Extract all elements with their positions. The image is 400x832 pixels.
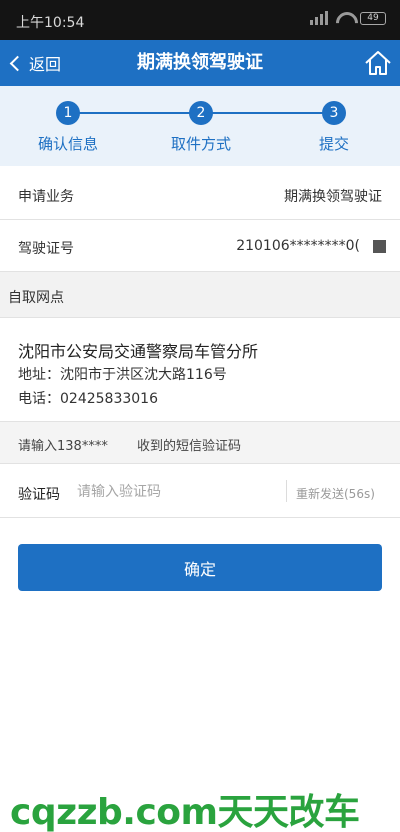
business-label: 申请业务 xyxy=(18,189,74,205)
station-address: 地址：沈阳市于洪区沈大路116号 xyxy=(18,367,227,383)
battery-icon: 49 xyxy=(360,11,386,25)
step-2-circle: 2 xyxy=(189,101,213,125)
home-icon[interactable] xyxy=(364,49,392,77)
confirm-button[interactable]: 确定 xyxy=(18,544,382,591)
step-connector xyxy=(201,112,334,114)
business-row: 申请业务 期满换领驾驶证 xyxy=(0,167,400,220)
nav-bar: 期满换领驾驶证 返回 xyxy=(0,40,400,86)
signal-icon xyxy=(310,11,328,25)
pickup-section-header: 自取网点 xyxy=(0,272,400,318)
step-connector xyxy=(68,112,201,114)
pickup-station[interactable]: 沈阳市公安局交通警察局车管分所 地址：沈阳市于洪区沈大路116号 电话：0242… xyxy=(0,318,400,422)
status-time: 上午10:54 xyxy=(16,15,85,31)
verification-code-label: 验证码 xyxy=(18,487,60,503)
redaction-block xyxy=(373,240,386,253)
chevron-left-icon xyxy=(9,55,26,72)
station-phone: 电话：02425833016 xyxy=(18,391,158,407)
step-indicator: 1 2 3 确认信息 取件方式 提交 xyxy=(0,86,400,166)
sms-hint-prefix: 请输入138**** xyxy=(18,439,108,454)
divider xyxy=(286,480,287,502)
step-3-label: 提交 xyxy=(318,135,349,153)
verification-code-row: 验证码 重新发送(56s) xyxy=(0,464,400,518)
step-3-circle: 3 xyxy=(322,101,346,125)
step-1-circle: 1 xyxy=(56,101,80,125)
status-bar: 上午10:54 49 xyxy=(0,0,400,40)
watermark-text: cqzzb.com天天改车 xyxy=(10,792,360,832)
back-label: 返回 xyxy=(29,55,62,74)
business-value: 期满换领驾驶证 xyxy=(284,189,382,205)
back-button[interactable]: 返回 xyxy=(9,40,62,86)
step-2-label: 取件方式 xyxy=(170,135,231,153)
resend-code-button[interactable]: 重新发送(56s) xyxy=(296,485,375,502)
license-value: 210106********0( xyxy=(236,238,360,254)
sms-hint: 请输入138**** 收到的短信验证码 xyxy=(0,422,400,464)
license-label: 驾驶证号 xyxy=(18,241,74,257)
station-name: 沈阳市公安局交通警察局车管分所 xyxy=(18,342,259,361)
wifi-icon xyxy=(336,12,352,24)
pickup-section-title: 自取网点 xyxy=(8,290,64,306)
license-row: 驾驶证号 210106********0( xyxy=(0,220,400,272)
step-1-label: 确认信息 xyxy=(37,135,98,153)
status-icons: 49 xyxy=(310,11,386,25)
sms-hint-suffix: 收到的短信验证码 xyxy=(137,439,242,454)
verification-code-input[interactable] xyxy=(77,478,277,504)
